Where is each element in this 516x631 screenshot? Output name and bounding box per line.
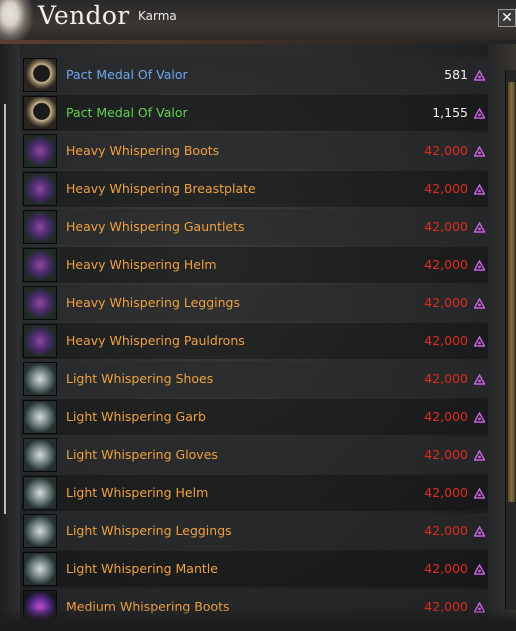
karma-icon <box>474 146 485 157</box>
list-fade <box>0 608 516 631</box>
item-name: Heavy Whispering Helm <box>66 257 217 272</box>
item-price: 42,000 <box>424 143 468 158</box>
item-list: Pact Medal Of Valor 581 Pact Medal Of Valo… <box>22 57 488 627</box>
item-price: 42,000 <box>424 257 468 272</box>
light-armor-icon[interactable] <box>23 476 57 510</box>
item-row[interactable]: Heavy Whispering Leggings 42,000 <box>22 285 488 321</box>
karma-icon <box>474 488 485 499</box>
item-price: 42,000 <box>424 333 468 348</box>
heavy-armor-icon[interactable] <box>23 172 57 206</box>
item-name: Heavy Whispering Boots <box>66 143 220 158</box>
item-name: Heavy Whispering Leggings <box>66 295 240 310</box>
item-row[interactable]: Light Whispering Garb 42,000 <box>22 399 488 435</box>
item-name: Pact Medal Of Valor <box>66 105 188 120</box>
scrollbar-thumb[interactable] <box>508 82 515 502</box>
item-name: Heavy Whispering Pauldrons <box>66 333 245 348</box>
item-price: 42,000 <box>424 295 468 310</box>
item-row[interactable]: Light Whispering Leggings 42,000 <box>22 513 488 549</box>
item-row[interactable]: Light Whispering Mantle 42,000 <box>22 551 488 587</box>
item-price: 42,000 <box>424 485 468 500</box>
vendor-window: Vendor Karma ✕ Pact Medal Of Valor 581 Pac… <box>0 0 516 631</box>
header-divider <box>0 40 516 44</box>
item-price: 581 <box>444 67 468 82</box>
item-name: Pact Medal Of Valor <box>66 67 188 82</box>
karma-icon <box>474 450 485 461</box>
karma-icon <box>474 222 485 233</box>
karma-icon <box>474 526 485 537</box>
karma-icon <box>474 336 485 347</box>
item-row[interactable]: Pact Medal Of Valor 1,155 <box>22 95 488 131</box>
scrollbar[interactable] <box>505 70 516 610</box>
item-row[interactable]: Heavy Whispering Breastplate 42,000 <box>22 171 488 207</box>
karma-icon <box>474 184 485 195</box>
item-row[interactable]: Heavy Whispering Gauntlets 42,000 <box>22 209 488 245</box>
karma-icon <box>474 70 485 81</box>
item-price: 42,000 <box>424 181 468 196</box>
item-row[interactable]: Light Whispering Shoes 42,000 <box>22 361 488 397</box>
item-name: Light Whispering Shoes <box>66 371 214 386</box>
medal-icon[interactable] <box>23 58 57 92</box>
item-price: 42,000 <box>424 219 468 234</box>
heavy-armor-icon[interactable] <box>23 248 57 282</box>
karma-icon <box>474 298 485 309</box>
item-row[interactable]: Light Whispering Gloves 42,000 <box>22 437 488 473</box>
item-price: 42,000 <box>424 523 468 538</box>
item-row[interactable]: Light Whispering Helm 42,000 <box>22 475 488 511</box>
light-armor-icon[interactable] <box>23 552 57 586</box>
item-price: 1,155 <box>432 105 468 120</box>
item-name: Light Whispering Leggings <box>66 523 232 538</box>
item-name: Light Whispering Gloves <box>66 447 218 462</box>
light-armor-icon[interactable] <box>23 362 57 396</box>
item-name: Light Whispering Helm <box>66 485 209 500</box>
item-price: 42,000 <box>424 409 468 424</box>
item-name: Light Whispering Garb <box>66 409 206 424</box>
left-frame <box>0 44 20 631</box>
close-icon[interactable]: ✕ <box>498 9 516 27</box>
heavy-armor-icon[interactable] <box>23 134 57 168</box>
karma-icon <box>474 412 485 423</box>
item-row[interactable]: Heavy Whispering Helm 42,000 <box>22 247 488 283</box>
item-price: 42,000 <box>424 447 468 462</box>
karma-icon <box>474 260 485 271</box>
item-name: Light Whispering Mantle <box>66 561 218 576</box>
heavy-armor-icon[interactable] <box>23 210 57 244</box>
heavy-armor-icon[interactable] <box>23 286 57 320</box>
item-name: Heavy Whispering Gauntlets <box>66 219 245 234</box>
item-row[interactable]: Heavy Whispering Pauldrons 42,000 <box>22 323 488 359</box>
karma-icon <box>474 564 485 575</box>
item-price: 42,000 <box>424 561 468 576</box>
light-armor-icon[interactable] <box>23 514 57 548</box>
tab-karma[interactable]: Karma <box>138 9 177 23</box>
medal-icon[interactable] <box>23 96 57 130</box>
window-title: Vendor <box>38 1 130 30</box>
item-row[interactable]: Pact Medal Of Valor 581 <box>22 57 488 93</box>
item-name: Heavy Whispering Breastplate <box>66 181 256 196</box>
light-armor-icon[interactable] <box>23 400 57 434</box>
light-armor-icon[interactable] <box>23 438 57 472</box>
karma-icon <box>474 374 485 385</box>
item-row[interactable]: Heavy Whispering Boots 42,000 <box>22 133 488 169</box>
karma-icon <box>474 108 485 119</box>
heavy-armor-icon[interactable] <box>23 324 57 358</box>
item-price: 42,000 <box>424 371 468 386</box>
